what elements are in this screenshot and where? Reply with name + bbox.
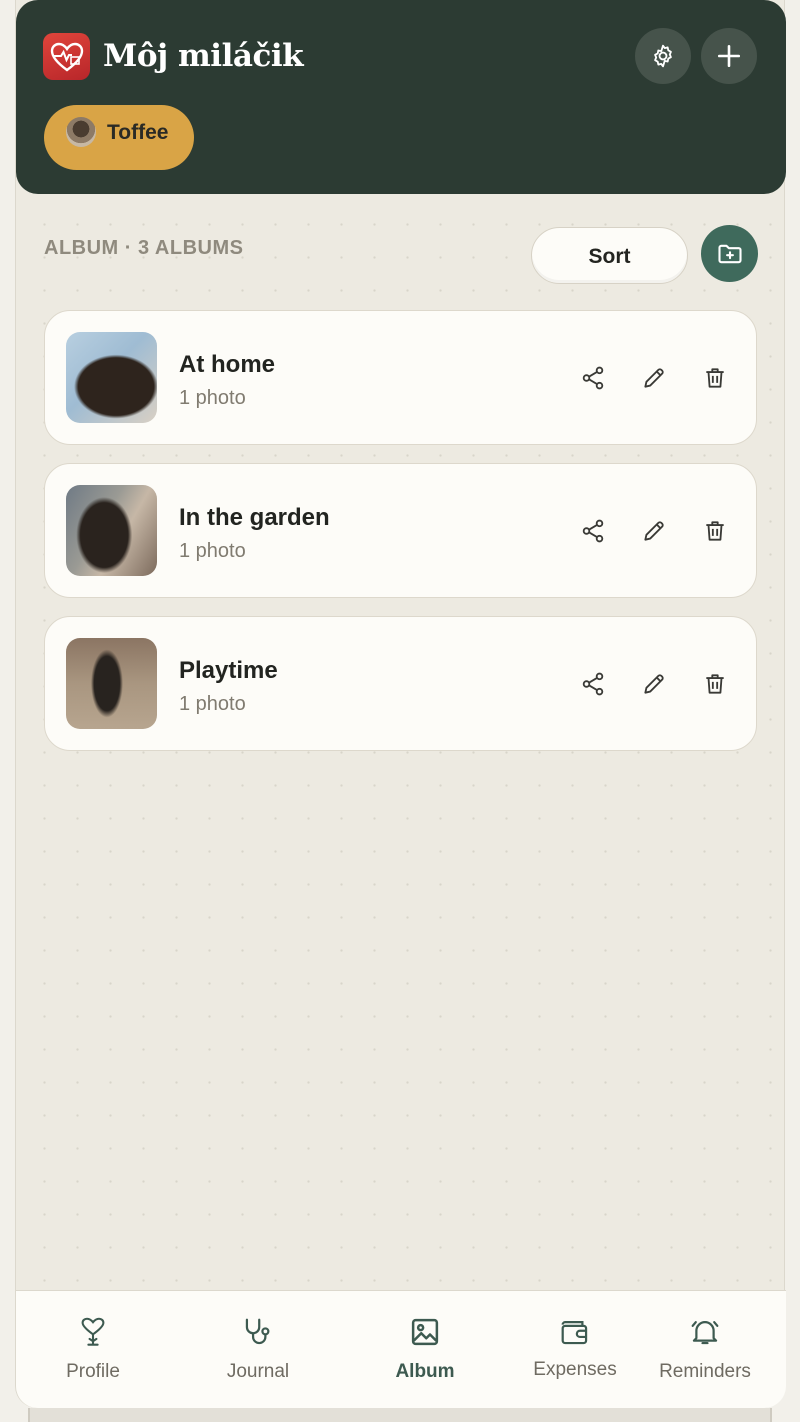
nav-item-album[interactable]: Album — [350, 1291, 500, 1409]
album-thumbnail — [66, 332, 157, 423]
bottom-navigation: Profile Journal Album Expenses Reminders — [16, 1290, 786, 1408]
album-card[interactable]: At home 1 photo — [44, 310, 757, 445]
album-card[interactable]: Playtime 1 photo — [44, 616, 757, 751]
settings-button[interactable] — [635, 28, 691, 84]
nav-label: Journal — [226, 1361, 290, 1382]
delete-button[interactable] — [698, 514, 732, 548]
trash-icon — [706, 368, 724, 388]
heart-pulse-icon — [50, 42, 83, 71]
album-photo-count: 1 photo — [179, 540, 246, 562]
nav-item-journal[interactable]: Journal — [183, 1291, 333, 1409]
add-pet-button[interactable] — [701, 28, 757, 84]
app-title: Môj miláčik — [103, 38, 304, 74]
plus-icon — [717, 44, 741, 68]
album-photo-count: 1 photo — [179, 387, 246, 409]
share-button[interactable] — [576, 514, 610, 548]
bottom-sheet-edge — [28, 1408, 772, 1422]
share-icon — [582, 366, 604, 390]
pet-avatar — [66, 117, 96, 147]
pencil-icon — [644, 674, 664, 694]
edit-button[interactable] — [637, 667, 671, 701]
nav-label: Album — [395, 1361, 455, 1382]
album-thumbnail — [66, 485, 157, 576]
pencil-icon — [644, 368, 664, 388]
nav-label: Expenses — [533, 1359, 617, 1380]
pet-name: Toffee — [107, 121, 169, 144]
edit-button[interactable] — [637, 514, 671, 548]
bell-icon — [688, 1315, 722, 1349]
album-title: At home — [179, 351, 275, 378]
app-header: Môj miláčik Toffee — [16, 0, 786, 194]
album-title: Playtime — [179, 657, 278, 684]
pet-selector-chip[interactable]: Toffee — [44, 105, 194, 170]
image-icon — [408, 1315, 442, 1349]
trash-icon — [706, 674, 724, 694]
wallet-icon — [558, 1315, 592, 1349]
app-logo — [43, 33, 90, 80]
new-album-button[interactable] — [701, 225, 758, 282]
app-screen: Môj miláčik Toffee ALBUM · 3 ALBUMS Sort… — [15, 0, 786, 1408]
nav-label: Reminders — [659, 1361, 751, 1382]
pet-heart-icon — [76, 1315, 110, 1349]
album-title: In the garden — [179, 504, 330, 531]
gear-icon — [654, 44, 672, 68]
stethoscope-icon — [241, 1315, 275, 1349]
delete-button[interactable] — [698, 667, 732, 701]
share-button[interactable] — [576, 667, 610, 701]
sort-button[interactable]: Sort — [531, 227, 688, 284]
nav-item-reminders[interactable]: Reminders — [630, 1291, 780, 1409]
album-card[interactable]: In the garden 1 photo — [44, 463, 757, 598]
nav-item-profile[interactable]: Profile — [18, 1291, 168, 1409]
trash-icon — [706, 521, 724, 541]
pencil-icon — [644, 521, 664, 541]
folder-plus-icon — [717, 244, 742, 263]
delete-button[interactable] — [698, 361, 732, 395]
share-button[interactable] — [576, 361, 610, 395]
album-photo-count: 1 photo — [179, 693, 246, 715]
share-icon — [582, 672, 604, 696]
nav-label: Profile — [66, 1361, 120, 1382]
album-thumbnail — [66, 638, 157, 729]
share-icon — [582, 519, 604, 543]
edit-button[interactable] — [637, 361, 671, 395]
album-section-label: ALBUM · 3 ALBUMS — [44, 237, 244, 259]
nav-item-expenses[interactable]: Expenses — [500, 1291, 650, 1409]
